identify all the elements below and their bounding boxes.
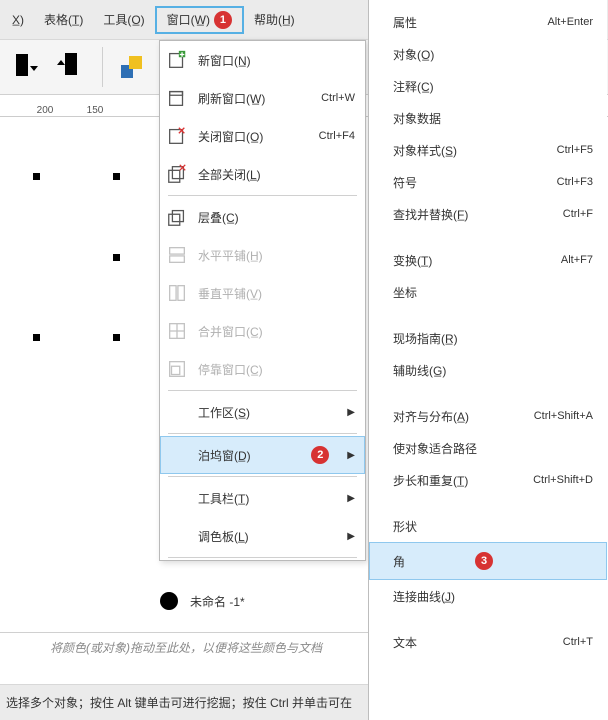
shortcut: Ctrl+F3: [557, 176, 593, 188]
status-bar: 选择多个对象；按住 Alt 键单击可进行挖掘；按住 Ctrl 并单击可在: [0, 684, 368, 720]
selection-handles[interactable]: [0, 177, 130, 337]
submenu-fit[interactable]: 使对象适合路径: [369, 432, 607, 464]
shortcut: Alt+F7: [561, 254, 593, 266]
badge-3: 3: [475, 552, 493, 570]
menuitem-label: 泊坞窗(D̲): [194, 447, 307, 464]
doc-indicator[interactable]: 未命名 -1*: [160, 592, 245, 610]
submenu-align[interactable]: 对齐与分布(A̲)Ctrl+Shift+A: [369, 400, 607, 432]
shortcut: Ctrl+F5: [557, 144, 593, 156]
tool-icon[interactable]: [117, 50, 149, 84]
shortcut: Alt+Enter: [547, 16, 593, 28]
submenu-find[interactable]: 查找并替换(F̲)Ctrl+F: [369, 198, 607, 230]
submenu-coord[interactable]: 坐标: [369, 276, 607, 308]
submenu-object[interactable]: 对象(O̲): [369, 38, 607, 70]
menuitem-htile: 水平平铺(H̲): [160, 236, 365, 274]
submenu-arrow-icon: ▶: [347, 493, 365, 504]
menuitem-label: 新窗口(N̲): [194, 52, 365, 69]
shortcut: Ctrl+Shift+D: [533, 474, 593, 486]
menuitem-cascade[interactable]: 层叠(C̲): [160, 198, 365, 236]
submenu-corner[interactable]: 角 3: [369, 542, 607, 580]
menu-close[interactable]: X̲): [2, 6, 34, 34]
dockers-submenu: 属性Alt+Enter 对象(O̲) 注释(C̲) 对象数据 对象样式(S̲)C…: [368, 0, 607, 720]
shortcut: Ctrl+F: [563, 208, 593, 220]
ruler-tick: 150: [70, 105, 120, 116]
submenu-shape[interactable]: 形状: [369, 510, 607, 542]
menuitem-combine: 合并窗口(C̲): [160, 312, 365, 350]
submenu-objdata[interactable]: 对象数据: [369, 102, 607, 134]
submenu-aux[interactable]: 辅助线(G̲): [369, 354, 607, 386]
submenu-properties[interactable]: 属性Alt+Enter: [369, 6, 607, 38]
menuitem-label: 层叠(C̲): [194, 209, 365, 226]
menuitem-refresh-window[interactable]: 刷新窗口(W̲) Ctrl+W: [160, 79, 365, 117]
menuitem-workspace[interactable]: 工作区(S̲) ▶: [160, 393, 365, 431]
submenu-transform[interactable]: 变换(T̲)Alt+F7: [369, 244, 607, 276]
menu-table[interactable]: 表格(T̲): [34, 6, 93, 34]
shortcut: Ctrl+F4: [319, 130, 365, 142]
shortcut: Ctrl+W: [321, 92, 365, 104]
submenu-curve[interactable]: 连接曲线(J̲): [369, 580, 607, 612]
badge-2: 2: [311, 446, 329, 464]
menuitem-label: 刷新窗口(W̲): [194, 90, 321, 107]
menuitem-label: 全部关闭(L̲): [194, 166, 365, 183]
submenu-text[interactable]: 文本Ctrl+T: [369, 626, 607, 658]
badge-1: 1: [214, 11, 232, 29]
window-dropdown: 新窗口(N̲) 刷新窗口(W̲) Ctrl+W 关闭窗口(O̲) Ctrl+F4…: [159, 40, 366, 561]
menuitem-new-window[interactable]: 新窗口(N̲): [160, 41, 365, 79]
menu-help[interactable]: 帮助(H̲): [244, 6, 305, 34]
menu-tools[interactable]: 工具(O̲): [93, 6, 154, 34]
menuitem-dockers[interactable]: 泊坞窗(D̲) 2 ▶: [160, 436, 365, 474]
submenu-objstyle[interactable]: 对象样式(S̲)Ctrl+F5: [369, 134, 607, 166]
menu-window[interactable]: 窗口(W̲) 1: [155, 6, 244, 34]
menuitem-label: 工作区(S̲): [194, 404, 347, 421]
status-hint: 将颜色(或对象)拖动至此处，以便将这些颜色与文档: [0, 632, 368, 662]
menuitem-label: 合并窗口(C̲): [194, 323, 365, 340]
menuitem-vtile: 垂直平铺(V̲): [160, 274, 365, 312]
submenu-arrow-icon: ▶: [347, 450, 365, 461]
doc-label: 未命名 -1*: [190, 593, 245, 610]
tool-icon[interactable]: [56, 50, 88, 84]
menuitem-label: 工具栏(T̲): [194, 490, 347, 507]
menuitem-label: 垂直平铺(V̲): [194, 285, 365, 302]
menuitem-label: 水平平铺(H̲): [194, 247, 365, 264]
menuitem-label: 停靠窗口(C̲): [194, 361, 365, 378]
menuitem-palette[interactable]: 调色板(L̲) ▶: [160, 517, 365, 555]
shortcut: Ctrl+T: [563, 636, 593, 648]
menuitem-label: 关闭窗口(O̲): [194, 128, 319, 145]
doc-dot-icon: [160, 592, 178, 610]
submenu-arrow-icon: ▶: [347, 407, 365, 418]
tool-icon[interactable]: [10, 50, 42, 84]
submenu-step[interactable]: 步长和重复(T̲)Ctrl+Shift+D: [369, 464, 607, 496]
menuitem-dock: 停靠窗口(C̲): [160, 350, 365, 388]
submenu-symbol[interactable]: 符号Ctrl+F3: [369, 166, 607, 198]
ruler-tick: 200: [20, 105, 70, 116]
shortcut: Ctrl+Shift+A: [534, 410, 593, 422]
menu-window-label: 窗口(W̲): [167, 6, 210, 34]
menuitem-close-all[interactable]: 全部关闭(L̲): [160, 155, 365, 193]
menuitem-toolbars[interactable]: 工具栏(T̲) ▶: [160, 479, 365, 517]
menuitem-close-window[interactable]: 关闭窗口(O̲) Ctrl+F4: [160, 117, 365, 155]
submenu-arrow-icon: ▶: [347, 531, 365, 542]
submenu-guide[interactable]: 现场指南(R̲): [369, 322, 607, 354]
menuitem-label: 调色板(L̲): [194, 528, 347, 545]
submenu-comment[interactable]: 注释(C̲): [369, 70, 607, 102]
